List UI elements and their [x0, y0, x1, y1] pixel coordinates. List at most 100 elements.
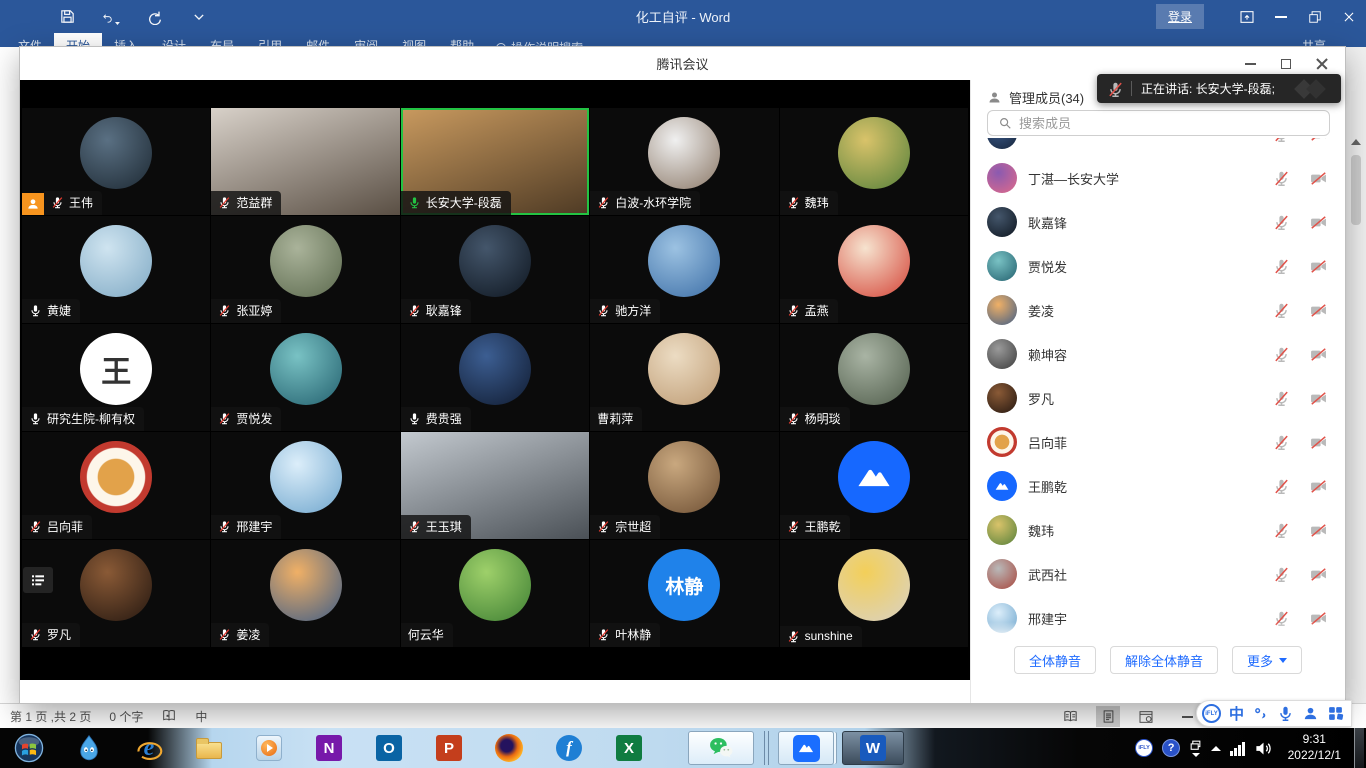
- video-tile[interactable]: 宗世超: [590, 432, 778, 539]
- outlook-icon[interactable]: O: [374, 733, 404, 763]
- member-row[interactable]: 王鹏乾: [971, 464, 1345, 508]
- word-minimize-button[interactable]: [1264, 0, 1298, 33]
- tencent-meeting-taskbar-button[interactable]: [778, 731, 834, 765]
- start-button[interactable]: [14, 733, 44, 763]
- scroll-up-icon[interactable]: [1351, 139, 1361, 145]
- video-tile[interactable]: 邢建宇: [211, 432, 399, 539]
- member-camera-muted-icon[interactable]: [1310, 138, 1327, 143]
- panel-footer-button[interactable]: 更多: [1232, 646, 1302, 674]
- punctuation-icon[interactable]: [1252, 705, 1269, 722]
- redo-icon[interactable]: [146, 8, 164, 26]
- member-mic-muted-icon[interactable]: [1273, 138, 1290, 143]
- word-restore-button[interactable]: [1298, 0, 1332, 33]
- member-row[interactable]: 姜凌: [971, 288, 1345, 332]
- member-camera-muted-icon[interactable]: [1310, 302, 1327, 319]
- video-tile[interactable]: 林静 叶林静: [590, 540, 778, 647]
- member-row[interactable]: 魏玮: [971, 508, 1345, 552]
- video-tile[interactable]: 王 研究生院-柳有权: [22, 324, 210, 431]
- member-search-box[interactable]: [987, 110, 1330, 136]
- taskbar-clock[interactable]: 9:31 2022/12/1: [1288, 732, 1341, 763]
- undo-button[interactable]: [102, 8, 120, 26]
- meeting-close-button[interactable]: [1309, 52, 1335, 76]
- word-count[interactable]: 0 个字: [109, 708, 143, 725]
- video-tile[interactable]: sunshine: [780, 540, 968, 647]
- video-tile[interactable]: 姜凌: [211, 540, 399, 647]
- save-icon[interactable]: [58, 8, 76, 26]
- ribbon-tab[interactable]: 帮助: [438, 33, 486, 47]
- ribbon-display-options-icon[interactable]: [1230, 0, 1264, 33]
- read-mode-icon[interactable]: [1058, 706, 1082, 727]
- meeting-maximize-button[interactable]: [1273, 52, 1299, 76]
- video-tile[interactable]: 孟燕: [780, 216, 968, 323]
- file-explorer-icon[interactable]: [194, 733, 224, 763]
- ribbon-tab[interactable]: 邮件: [294, 33, 342, 47]
- ribbon-tab[interactable]: 设计: [150, 33, 198, 47]
- member-camera-muted-icon[interactable]: [1310, 434, 1327, 451]
- login-button[interactable]: 登录: [1156, 4, 1204, 29]
- ifly-logo-icon[interactable]: iFLY: [1202, 704, 1221, 723]
- wechat-taskbar-button[interactable]: [688, 731, 754, 765]
- excel-icon[interactable]: X: [614, 733, 644, 763]
- flash-icon[interactable]: f: [554, 733, 584, 763]
- meeting-minimize-button[interactable]: [1237, 52, 1263, 76]
- video-tile[interactable]: 费贵强: [401, 324, 589, 431]
- page-indicator[interactable]: 第 1 页 ,共 2 页: [10, 708, 91, 725]
- share-button[interactable]: 共享: [1302, 33, 1366, 47]
- member-camera-muted-icon[interactable]: [1310, 610, 1327, 627]
- scrollbar-thumb[interactable]: [1351, 155, 1361, 225]
- help-tray-icon[interactable]: ?: [1162, 739, 1180, 757]
- drop-mascot-icon[interactable]: [74, 733, 104, 763]
- video-tile[interactable]: 王鹏乾: [780, 432, 968, 539]
- ribbon-tab[interactable]: 文件: [6, 33, 54, 47]
- word-taskbar-button[interactable]: W: [842, 731, 904, 765]
- show-desktop-button[interactable]: [1354, 728, 1364, 768]
- video-tile[interactable]: 黄婕: [22, 216, 210, 323]
- member-mic-muted-icon[interactable]: [1273, 522, 1290, 539]
- member-row[interactable]: 罗凡: [971, 376, 1345, 420]
- member-row[interactable]: 赖坤容: [971, 332, 1345, 376]
- video-tile[interactable]: 白波-水环学院: [590, 108, 778, 215]
- video-tile[interactable]: 吕向菲: [22, 432, 210, 539]
- member-mic-muted-icon[interactable]: [1273, 390, 1290, 407]
- proofing-icon[interactable]: [161, 708, 177, 724]
- member-mic-muted-icon[interactable]: [1273, 214, 1290, 231]
- word-close-button[interactable]: [1332, 0, 1366, 33]
- member-mic-muted-icon[interactable]: [1273, 566, 1290, 583]
- member-search-input[interactable]: [1019, 116, 1319, 131]
- language-bar-icon[interactable]: [1189, 739, 1202, 757]
- member-row[interactable]: 邢建宇: [971, 596, 1345, 638]
- member-camera-muted-icon[interactable]: [1310, 346, 1327, 363]
- member-camera-muted-icon[interactable]: [1310, 390, 1327, 407]
- customize-qat-chevron-icon[interactable]: [190, 8, 208, 26]
- member-row[interactable]: [971, 138, 1345, 156]
- zoom-out-icon[interactable]: [1182, 716, 1193, 718]
- member-camera-muted-icon[interactable]: [1310, 170, 1327, 187]
- member-camera-muted-icon[interactable]: [1310, 478, 1327, 495]
- powerpoint-icon[interactable]: P: [434, 733, 464, 763]
- panel-footer-button[interactable]: 全体静音: [1014, 646, 1096, 674]
- member-mic-muted-icon[interactable]: [1273, 302, 1290, 319]
- member-mic-muted-icon[interactable]: [1273, 346, 1290, 363]
- ime-mode-chinese[interactable]: 中: [1229, 703, 1244, 724]
- ribbon-tab[interactable]: 布局: [198, 33, 246, 47]
- member-camera-muted-icon[interactable]: [1310, 258, 1327, 275]
- layout-list-toggle-button[interactable]: [23, 567, 53, 593]
- member-mic-muted-icon[interactable]: [1273, 434, 1290, 451]
- video-tile[interactable]: 贾悦发: [211, 324, 399, 431]
- ribbon-tab[interactable]: 视图: [390, 33, 438, 47]
- video-tile[interactable]: 长安大学-段磊: [401, 108, 589, 215]
- network-signal-icon[interactable]: [1230, 741, 1245, 756]
- video-tile[interactable]: 魏玮: [780, 108, 968, 215]
- member-row[interactable]: 耿嘉锋: [971, 200, 1345, 244]
- media-player-icon[interactable]: [254, 733, 284, 763]
- video-tile[interactable]: 杨明琰: [780, 324, 968, 431]
- internet-explorer-icon[interactable]: e: [134, 733, 164, 763]
- member-camera-muted-icon[interactable]: [1310, 566, 1327, 583]
- ifly-tray-icon[interactable]: iFLY: [1135, 739, 1153, 757]
- ime-panel-grid-icon[interactable]: [1327, 705, 1344, 722]
- video-tile[interactable]: 曹莉萍: [590, 324, 778, 431]
- member-mic-muted-icon[interactable]: [1273, 258, 1290, 275]
- onenote-icon[interactable]: N: [314, 733, 344, 763]
- web-layout-icon[interactable]: [1134, 706, 1158, 727]
- video-tile[interactable]: 罗凡: [22, 540, 210, 647]
